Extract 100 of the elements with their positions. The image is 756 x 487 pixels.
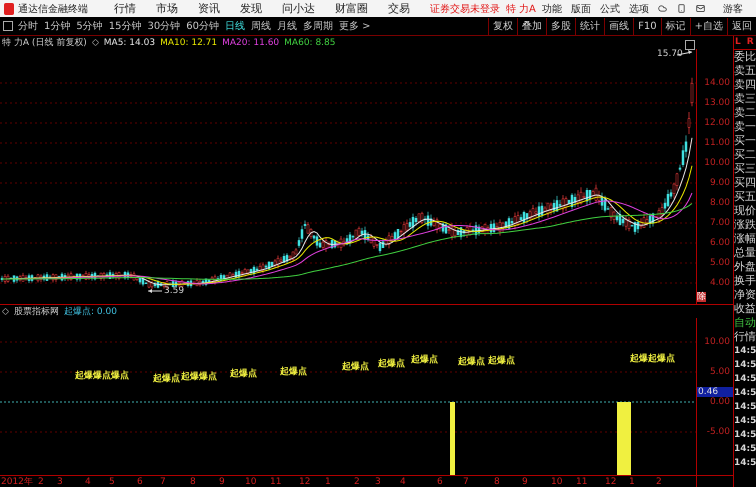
trade-time: 14:5 [734,415,756,428]
date-tick: 7 [463,477,469,487]
menu-item[interactable]: 行情 [114,1,136,16]
price-tick: 13.00 [704,98,730,108]
quote-field-label: 卖一 [734,120,756,134]
menu-item[interactable]: 选项 [628,2,649,16]
date-tick: 12 [605,477,616,487]
chart-tool-button[interactable]: 画线 [604,18,634,34]
price-tick: 14.00 [704,78,730,88]
period-tab[interactable]: 月线 [276,19,297,33]
quote-field-label: 自动 [734,316,756,330]
period-tab[interactable]: 15分钟 [108,19,142,33]
menu-item[interactable]: 财富圈 [334,1,368,16]
phone-icon[interactable] [676,3,686,14]
chart-tool-button[interactable]: 叠加 [517,18,546,34]
chart-tool-button[interactable]: F10 [633,18,661,34]
login-status[interactable]: 证券交易未登录 [430,2,500,16]
settings-icon[interactable] [2,308,9,316]
panel-header-label[interactable]: R [746,36,754,49]
chart-tool-button[interactable]: 复权 [488,18,518,34]
date-tick: 10 [245,477,256,487]
price-tick: 5.00 [710,258,730,268]
period-tab[interactable]: 1分钟 [44,19,70,33]
quote-field-label: 买四 [734,176,756,190]
price-tick: 11.00 [704,138,730,148]
period-tab[interactable]: 更多 > [338,19,371,33]
date-tick: 8 [190,477,196,487]
signal-label: 起爆爆点爆点 [75,371,129,382]
quote-field-label: 委比 [734,50,756,64]
date-tick: 6 [437,477,443,487]
indicator-tick: 0.00 [710,397,730,408]
trade-time: 14:5 [734,359,756,372]
chart-tool-button[interactable]: 标记 [660,18,690,34]
user-name[interactable]: 游客 [722,2,743,16]
trade-time: 14:5 [734,457,756,470]
quote-field-label: 卖四 [734,78,756,92]
chart-tool-button[interactable]: 统计 [575,18,604,34]
price-tick: 6.00 [710,238,730,248]
panel-header-label[interactable]: L [735,36,741,49]
period-tab[interactable]: 多周期 [302,19,333,33]
panel-toggle-icon[interactable] [3,21,13,31]
date-tick: 5 [109,477,115,487]
period-tab[interactable]: 周线 [250,19,271,33]
signal-label: 起爆点 [411,355,438,366]
quote-field-label: 买三 [734,162,756,176]
date-tick: 2012年 [1,477,33,487]
date-tick: 8 [494,477,500,487]
menu-item[interactable]: 市场 [156,1,178,16]
date-tick: 4 [400,477,406,487]
period-tab[interactable]: 30分钟 [147,19,180,33]
quote-field-label: 换手 [734,274,756,288]
date-tick: 9 [522,477,528,487]
signal-label: 起爆点 [458,357,485,368]
low-arrow-icon [148,289,162,293]
price-tick: 7.00 [710,218,730,228]
signal-label: 起爆起爆点 [630,354,675,364]
quote-field-label: 收益 [734,302,756,316]
date-tick: 9 [219,477,225,487]
indicator-value: : 0.00 [91,306,117,317]
date-tick: 11 [576,477,588,487]
moving-average-value: MA60: 8.85 [284,38,336,48]
date-tick: 6 [137,477,143,487]
quote-field-label: 涨幅 [734,232,756,246]
quote-field-label: 涨跌 [734,218,756,232]
period-tab[interactable]: 分时 [18,19,38,33]
menu-item[interactable]: 交易 [388,1,410,16]
quote-field-label: 净资 [734,288,756,302]
price-tick: 9.00 [710,178,730,188]
signal-label: 起爆爆点 [181,372,217,382]
settings-icon[interactable] [92,39,99,46]
quote-field-label: 卖二 [734,106,756,120]
chart-tool-button[interactable]: 多股 [546,18,576,34]
cloud-icon[interactable] [658,3,667,14]
indicator-tick: 10.00 [704,337,730,348]
menu-item[interactable]: 公式 [600,2,620,16]
menu-item[interactable]: 功能 [542,2,562,16]
moving-average-value: MA5: 14.03 [104,38,156,48]
trade-time: 14:5 [734,387,756,400]
quote-field-label: 买一 [734,134,756,148]
mail-icon[interactable] [696,3,705,14]
stock-name: 特 力A [506,2,536,16]
window-icon[interactable] [685,40,695,50]
chart-title: 特 力A (日线 前复权) [2,36,87,49]
menu-item[interactable]: 发现 [240,1,262,16]
menu-item[interactable]: 资讯 [198,1,220,16]
signal-label: 起爆点 [230,369,257,380]
trade-time: 14:5 [734,373,756,386]
chart-tool-button[interactable]: 返回 [727,18,756,34]
high-price-label: 15.70 [657,49,683,59]
quote-field-label: 行情 [734,330,756,344]
quote-field-label: 外盘 [734,260,756,274]
low-price-label: 3.59 [164,286,184,296]
menu-item[interactable]: 问小达 [282,1,315,16]
period-tab[interactable]: 5分钟 [76,19,103,33]
signal-label: 起爆点 [280,367,307,378]
menu-item[interactable]: 版面 [570,2,591,16]
period-tab[interactable]: 60分钟 [186,19,219,33]
period-tab[interactable]: 日线 [224,19,245,33]
chart-tool-button[interactable]: +自选 [690,18,727,34]
current-value-label: 0.46 [697,387,733,398]
